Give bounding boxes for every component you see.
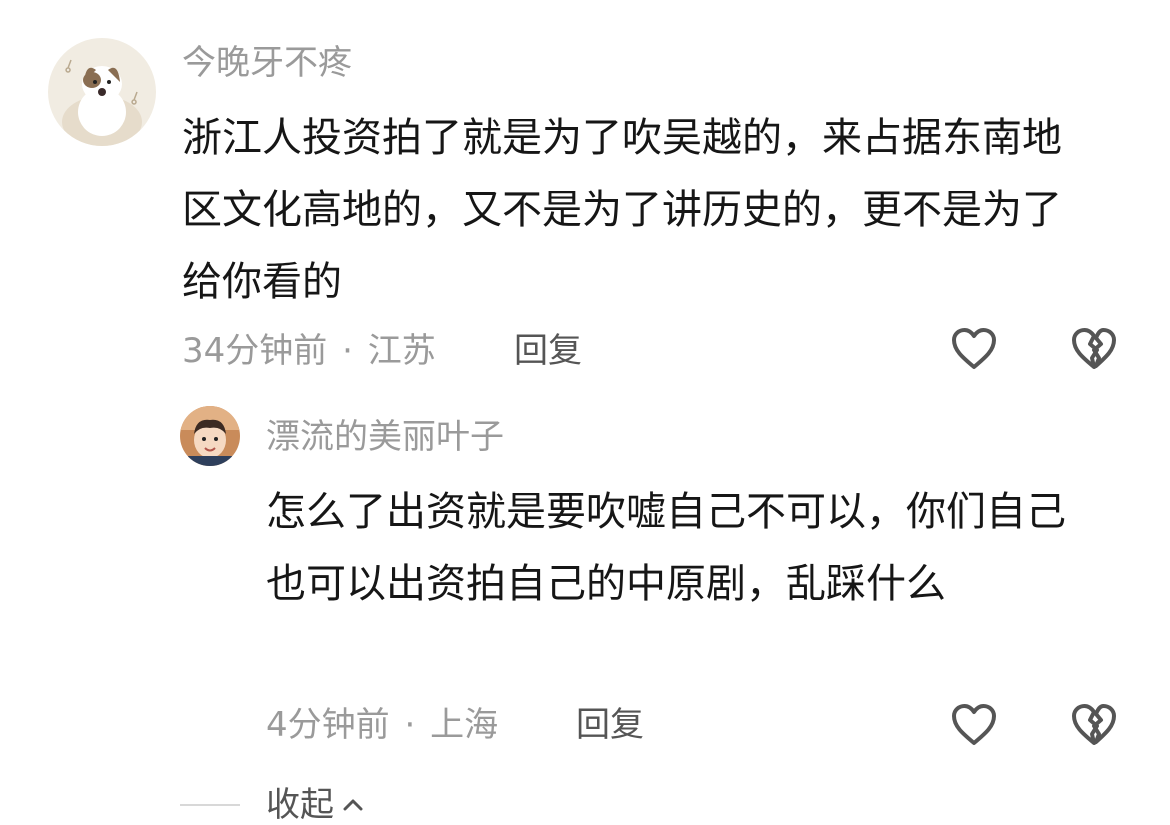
comment-text: 浙江人投资拍了就是为了吹吴越的，来占据东南地区文化高地的，又不是为了讲历史的，更…	[182, 115, 1062, 305]
comment-meta: 34分钟前 · 江苏	[182, 334, 436, 368]
comment-location: 江苏	[367, 331, 436, 371]
collapse-button[interactable]: 收起	[266, 788, 364, 822]
broken-heart-icon[interactable]	[1070, 326, 1118, 372]
avatar[interactable]	[180, 406, 240, 466]
collapse-divider	[180, 804, 240, 806]
comment-text: 怎么了出资就是要吹嘘自己不可以，你们自己也可以出资拍自己的中原剧，乱踩什么	[266, 489, 1066, 607]
collapse-label: 收起	[266, 785, 334, 825]
comment-username[interactable]: 今晚牙不疼	[182, 46, 352, 80]
chevron-up-icon	[342, 796, 364, 815]
broken-heart-icon[interactable]	[1070, 702, 1118, 748]
heart-outline-icon[interactable]	[950, 702, 998, 748]
reply-button[interactable]: 回复	[514, 334, 582, 368]
meta-separator: ·	[342, 331, 353, 371]
comment-meta: 4分钟前 · 上海	[266, 708, 498, 742]
comment-time: 34分钟前	[182, 331, 328, 371]
comment-location: 上海	[430, 705, 499, 745]
avatar[interactable]	[48, 38, 156, 146]
reply-button[interactable]: 回复	[576, 708, 644, 742]
heart-outline-icon[interactable]	[950, 326, 998, 372]
meta-separator: ·	[404, 705, 416, 745]
comment-time: 4分钟前	[266, 705, 390, 745]
comment-username[interactable]: 漂流的美丽叶子	[266, 420, 504, 454]
